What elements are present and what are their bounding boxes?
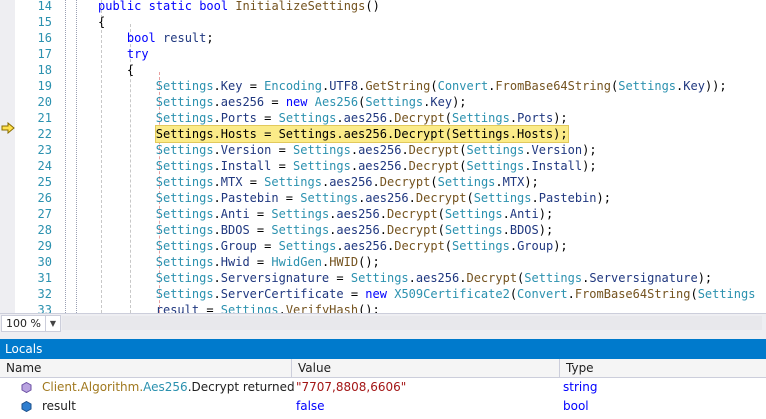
code-text: Settings.Anti = Settings.aes256.Decrypt(… bbox=[155, 207, 554, 221]
code-text: { bbox=[126, 63, 135, 77]
locals-panel-title[interactable]: Locals bbox=[0, 339, 766, 359]
locals-column-header: Name Value Type bbox=[0, 359, 766, 378]
line-number: 27 bbox=[37, 207, 52, 221]
code-text: Settings.Version = Settings.aes256.Decry… bbox=[155, 143, 597, 157]
code-text: Settings.ServerCertificate = new X509Cer… bbox=[155, 287, 756, 301]
code-text: Settings.Key = Encoding.UTF8.GetString(C… bbox=[155, 79, 727, 93]
code-text: Settings.Install = Settings.aes256.Decry… bbox=[155, 159, 597, 173]
local-value[interactable]: false bbox=[296, 397, 325, 416]
column-value[interactable]: Value bbox=[292, 359, 560, 377]
column-type[interactable]: Type bbox=[560, 359, 766, 377]
yellow-arrow-icon[interactable] bbox=[1, 122, 15, 134]
code-text: Settings.Hosts = Settings.aes256.Decrypt… bbox=[154, 125, 569, 143]
code-line[interactable]: 16 bool result; bbox=[0, 30, 766, 46]
line-number: 17 bbox=[37, 47, 52, 61]
code-text: try bbox=[126, 47, 149, 61]
code-line[interactable]: 22 Settings.Hosts = Settings.aes256.Decry… bbox=[0, 125, 766, 143]
code-line[interactable]: 20 Settings.aes256 = new Aes256(Settings.… bbox=[0, 94, 766, 110]
line-number: 22 bbox=[37, 127, 52, 141]
return-value-icon bbox=[21, 382, 32, 393]
local-name: Client.Algorithm.Aes256.Decrypt returned bbox=[42, 380, 295, 394]
line-number: 29 bbox=[37, 239, 52, 253]
code-line[interactable]: 18 { bbox=[0, 62, 766, 78]
code-editor[interactable]: 14 public static bool InitializeSettings(… bbox=[0, 0, 766, 313]
code-line[interactable]: 30 Settings.Hwid = HwidGen.HWID(); bbox=[0, 254, 766, 270]
line-number: 23 bbox=[37, 143, 52, 157]
code-text: public static bool InitializeSettings() bbox=[98, 0, 380, 13]
horizontal-scrollbar[interactable] bbox=[62, 316, 762, 330]
local-value[interactable]: "7707,8808,6606" bbox=[296, 378, 406, 397]
line-number: 20 bbox=[37, 95, 52, 109]
code-text: Settings.Hwid = HwidGen.HWID(); bbox=[155, 255, 380, 269]
code-text: Settings.Ports = Settings.aes256.Decrypt… bbox=[155, 111, 568, 125]
code-line[interactable]: 28 Settings.BDOS = Settings.aes256.Decryp… bbox=[0, 222, 766, 238]
line-number: 28 bbox=[37, 223, 52, 237]
locals-row[interactable]: Client.Algorithm.Aes256.Decrypt returned… bbox=[0, 378, 766, 397]
line-number: 15 bbox=[37, 15, 52, 29]
code-line[interactable]: 15 { bbox=[0, 14, 766, 30]
code-line[interactable]: 23 Settings.Version = Settings.aes256.Dec… bbox=[0, 142, 766, 158]
local-type: bool bbox=[563, 399, 589, 413]
code-text: Settings.Pastebin = Settings.aes256.Decr… bbox=[155, 191, 611, 205]
code-line[interactable]: 26 Settings.Pastebin = Settings.aes256.De… bbox=[0, 190, 766, 206]
code-text: Settings.MTX = Settings.aes256.Decrypt(S… bbox=[155, 175, 539, 189]
zoom-level: 100 % bbox=[6, 317, 41, 330]
line-number: 24 bbox=[37, 159, 52, 173]
line-number: 32 bbox=[37, 287, 52, 301]
local-variable-icon bbox=[21, 401, 32, 412]
code-text: Settings.Group = Settings.aes256.Decrypt… bbox=[155, 239, 568, 253]
code-line[interactable]: 32 Settings.ServerCertificate = new X509C… bbox=[0, 286, 766, 302]
code-text: { bbox=[98, 15, 106, 29]
column-name[interactable]: Name bbox=[0, 359, 292, 377]
line-number: 18 bbox=[37, 63, 52, 77]
line-number: 31 bbox=[37, 271, 52, 285]
code-line[interactable]: 33 result = Settings.VerifyHash(); bbox=[0, 302, 766, 313]
local-name: result bbox=[42, 399, 76, 413]
code-line[interactable]: 29 Settings.Group = Settings.aes256.Decry… bbox=[0, 238, 766, 254]
line-number: 26 bbox=[37, 191, 52, 205]
code-line[interactable]: 14 public static bool InitializeSettings(… bbox=[0, 0, 766, 14]
code-line[interactable]: 25 Settings.MTX = Settings.aes256.Decrypt… bbox=[0, 174, 766, 190]
line-number: 16 bbox=[37, 31, 52, 45]
local-type: string bbox=[563, 380, 598, 394]
code-line[interactable]: 21 Settings.Ports = Settings.aes256.Decry… bbox=[0, 110, 766, 126]
code-text: Settings.aes256 = new Aes256(Settings.Ke… bbox=[155, 95, 467, 109]
locals-row[interactable]: result false bool bbox=[0, 397, 766, 416]
chevron-down-icon[interactable]: ▼ bbox=[45, 316, 60, 331]
line-number: 33 bbox=[37, 303, 52, 313]
code-line[interactable]: 31 Settings.Serversignature = Settings.ae… bbox=[0, 270, 766, 286]
code-text: bool result; bbox=[126, 31, 214, 45]
code-line[interactable]: 17 try bbox=[0, 46, 766, 62]
code-line[interactable]: 27 Settings.Anti = Settings.aes256.Decryp… bbox=[0, 206, 766, 222]
line-number: 30 bbox=[37, 255, 52, 269]
code-text: Settings.Serversignature = Settings.aes2… bbox=[155, 271, 713, 285]
line-number: 25 bbox=[37, 175, 52, 189]
editor-status-bar: 100 % ▼ bbox=[0, 313, 766, 333]
code-text: result = Settings.VerifyHash(); bbox=[155, 303, 380, 313]
code-text: Settings.BDOS = Settings.aes256.Decrypt(… bbox=[155, 223, 554, 237]
line-number: 14 bbox=[37, 0, 52, 13]
line-number: 21 bbox=[37, 111, 52, 125]
code-line[interactable]: 24 Settings.Install = Settings.aes256.Dec… bbox=[0, 158, 766, 174]
zoom-dropdown[interactable]: 100 % ▼ bbox=[1, 315, 61, 332]
code-line[interactable]: 19 Settings.Key = Encoding.UTF8.GetString… bbox=[0, 78, 766, 94]
line-number: 19 bbox=[37, 79, 52, 93]
